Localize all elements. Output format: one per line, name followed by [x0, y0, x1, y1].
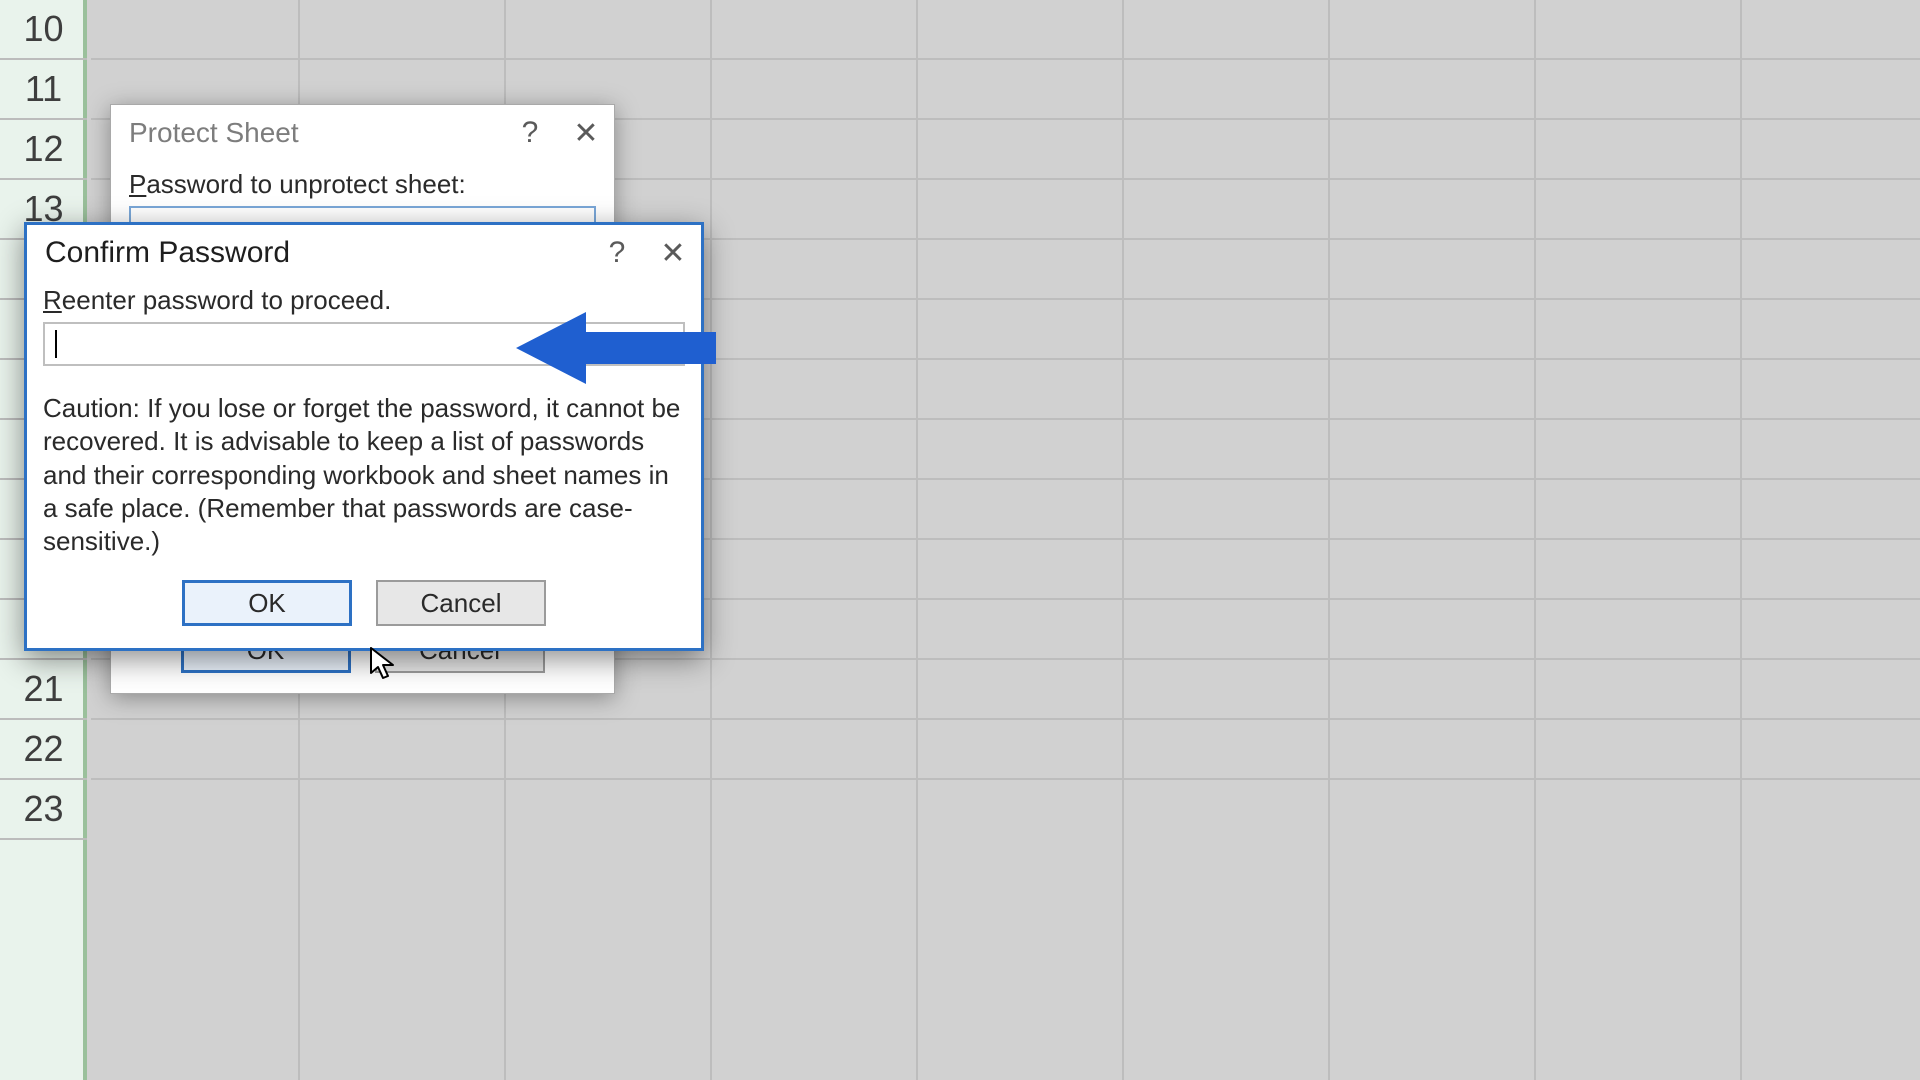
- gridline: [1122, 0, 1124, 1080]
- gridline: [91, 778, 1920, 780]
- close-icon[interactable]: ✕: [645, 225, 701, 281]
- password-to-unprotect-label: Password to unprotect sheet:: [129, 169, 596, 200]
- gridline: [710, 0, 712, 1080]
- gridline: [91, 58, 1920, 60]
- help-icon[interactable]: ?: [502, 105, 558, 161]
- gridline: [1534, 0, 1536, 1080]
- confirm-ok-button[interactable]: OK: [182, 580, 352, 626]
- confirm-password-title: Confirm Password: [45, 236, 290, 270]
- gridline: [1328, 0, 1330, 1080]
- protect-sheet-titlebar[interactable]: Protect Sheet ? ✕: [111, 105, 614, 161]
- gridline: [916, 0, 918, 1080]
- reenter-password-label: Reenter password to proceed.: [43, 285, 685, 316]
- gridline: [1740, 0, 1742, 1080]
- row-header[interactable]: 22: [0, 720, 87, 780]
- help-icon[interactable]: ?: [589, 225, 645, 281]
- row-header[interactable]: 12: [0, 120, 87, 180]
- gridline: [91, 718, 1920, 720]
- row-header[interactable]: 23: [0, 780, 87, 840]
- confirm-password-titlebar[interactable]: Confirm Password ? ✕: [27, 225, 701, 281]
- close-icon[interactable]: ✕: [558, 105, 614, 161]
- caution-text: Caution: If you lose or forget the passw…: [43, 392, 685, 558]
- reenter-password-input[interactable]: [43, 322, 685, 366]
- row-header[interactable]: 11: [0, 60, 87, 120]
- text-caret: [55, 330, 57, 358]
- confirm-cancel-button[interactable]: Cancel: [376, 580, 546, 626]
- protect-sheet-title: Protect Sheet: [129, 117, 299, 149]
- row-header[interactable]: 21: [0, 660, 87, 720]
- row-header[interactable]: 10: [0, 0, 87, 60]
- confirm-password-dialog: Confirm Password ? ✕ Reenter password to…: [24, 222, 704, 651]
